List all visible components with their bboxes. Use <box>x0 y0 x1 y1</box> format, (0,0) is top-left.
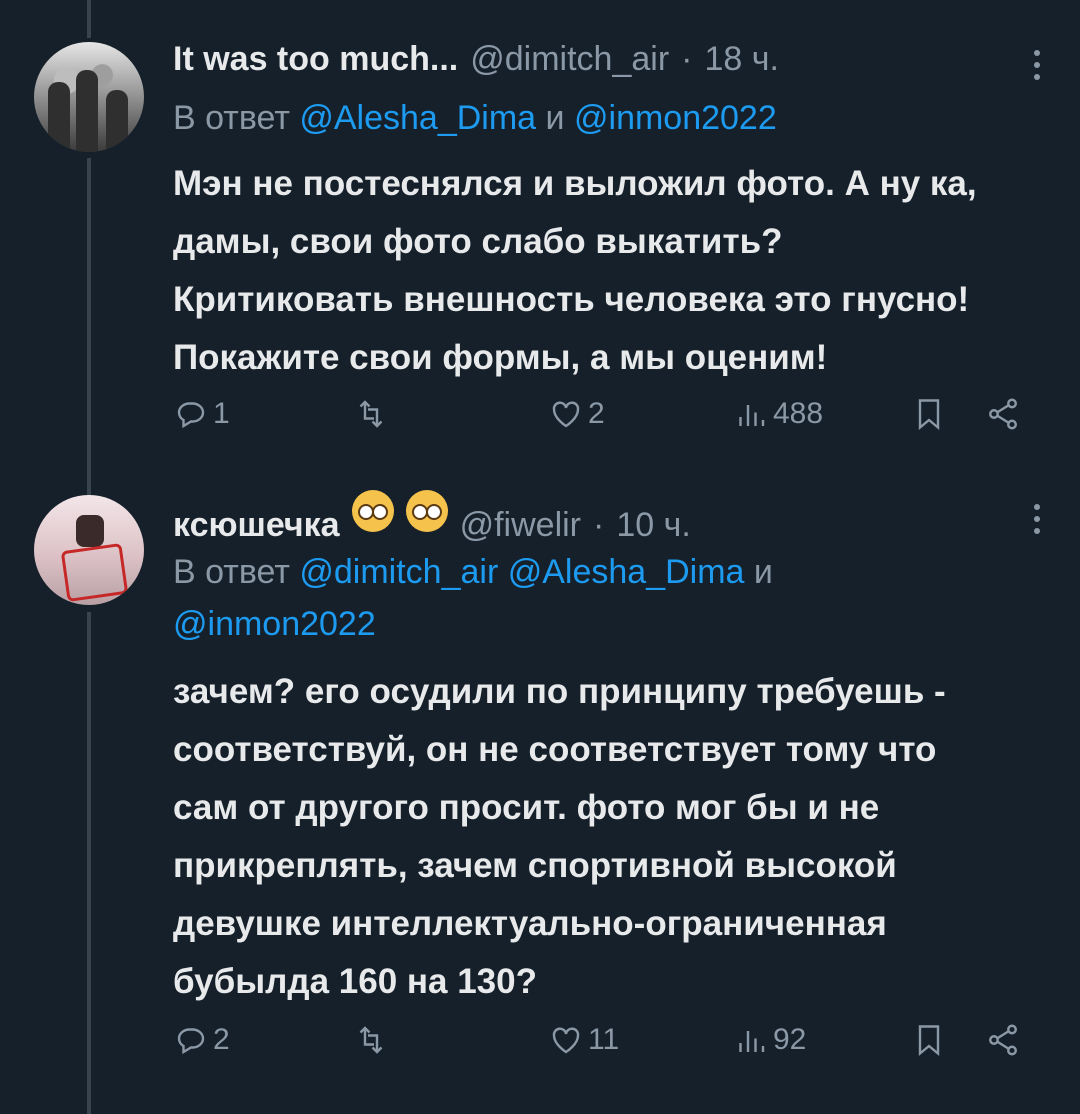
user-handle[interactable]: @fiwelir <box>460 506 581 545</box>
tweet-text-line: соответствуй, он не соответствует тому ч… <box>173 730 937 769</box>
views-count: 488 <box>773 397 824 430</box>
avatar[interactable] <box>34 495 144 605</box>
user-handle[interactable]: @dimitch_air <box>470 40 669 79</box>
like-count: 11 <box>588 1023 620 1056</box>
tweet-text-line: бубылда 160 на 130? <box>173 962 537 1001</box>
reply-context: В ответ @dimitch_air @Alesha_Dima и @inm… <box>173 546 1033 650</box>
mention-link[interactable]: @inmon2022 <box>574 99 777 137</box>
bookmark-button[interactable] <box>911 396 947 432</box>
mention-link[interactable]: @dimitch_air <box>299 553 498 591</box>
reply-prefix: В ответ <box>173 553 290 591</box>
retweet-button[interactable] <box>353 396 389 432</box>
tweet-text-line: дамы, свои фото слабо выкатить? <box>173 222 783 261</box>
tweet-text-line: девушке интеллектуально-ограниченная <box>173 904 887 943</box>
views-button[interactable]: 488 <box>733 396 823 432</box>
like-count: 2 <box>588 397 605 430</box>
mention-link[interactable]: @Alesha_Dima <box>508 553 745 591</box>
mention-link[interactable]: @inmon2022 <box>173 605 376 643</box>
views-chart-icon <box>739 405 765 426</box>
bookmark-icon <box>918 399 940 431</box>
reply-prefix: В ответ <box>173 99 290 137</box>
timestamp[interactable]: 10 ч. <box>616 506 690 545</box>
tweet-text-line: Критиковать внешность человека это гнусн… <box>173 280 970 319</box>
tweet-text-line: Покажите свои формы, а мы оценим! <box>173 338 828 377</box>
action-bar: 2 11 92 <box>173 1022 1033 1066</box>
reply-count: 2 <box>213 1023 230 1056</box>
reply-button[interactable]: 1 <box>173 396 230 432</box>
tweet-text-line: сам от другого просит. фото мог бы и не <box>173 788 880 827</box>
mention-link[interactable]: @Alesha_Dima <box>299 99 536 137</box>
tweet-text-line: Мэн не постеснялся и выложил фото. А ну … <box>173 164 977 203</box>
reply-and: и <box>545 99 565 137</box>
pleading-face-icon <box>351 490 394 532</box>
reply-context: В ответ @Alesha_Dima и @inmon2022 <box>173 92 777 144</box>
retweet-icon <box>359 400 383 428</box>
like-button[interactable]: 11 <box>548 1022 619 1058</box>
heart-icon <box>552 1027 580 1054</box>
retweet-icon <box>359 1026 383 1054</box>
more-options-icon[interactable] <box>1034 50 1040 86</box>
display-name[interactable]: ксюшечка <box>173 506 340 545</box>
share-button[interactable] <box>985 1022 1021 1058</box>
bookmark-icon <box>918 1025 940 1057</box>
reply-icon <box>177 402 205 429</box>
separator-dot: · <box>593 506 605 544</box>
flushed-face-icon <box>405 490 448 532</box>
share-button[interactable] <box>985 396 1021 432</box>
tweet-text-line: прикреплять, зачем спортивной высокой <box>173 846 897 885</box>
reply-button[interactable]: 2 <box>173 1022 230 1058</box>
tweet[interactable]: It was too much... @dimitch_air · 18 ч. … <box>0 0 1080 470</box>
display-name[interactable]: It was too much... <box>173 40 458 79</box>
views-count: 92 <box>773 1023 807 1056</box>
share-icon <box>989 1024 1017 1056</box>
bookmark-button[interactable] <box>911 1022 947 1058</box>
timestamp[interactable]: 18 ч. <box>704 40 778 79</box>
more-options-icon[interactable] <box>1034 504 1040 540</box>
views-button[interactable]: 92 <box>733 1022 806 1058</box>
avatar[interactable] <box>34 42 144 152</box>
thread-line-2 <box>87 612 91 1114</box>
reply-count: 1 <box>213 397 230 430</box>
reply-and: и <box>753 553 773 591</box>
heart-icon <box>552 401 580 428</box>
tweet-text: зачем? его осудили по принципу требуешь … <box>173 663 1043 1011</box>
retweet-button[interactable] <box>353 1022 389 1058</box>
share-icon <box>989 398 1017 430</box>
views-chart-icon <box>739 1031 765 1052</box>
tweet-text-line: зачем? его осудили по принципу требуешь … <box>173 672 946 711</box>
separator-dot: · <box>681 40 693 78</box>
tweet-header: It was too much... @dimitch_air · 18 ч. <box>173 40 779 79</box>
reply-icon <box>177 1028 205 1055</box>
action-bar: 1 2 488 <box>173 396 1033 440</box>
tweet-header: ксюшечка @fiwelir · 10 ч. <box>173 490 691 545</box>
like-button[interactable]: 2 <box>548 396 605 432</box>
tweet-text: Мэн не постеснялся и выложил фото. А ну … <box>173 155 1043 387</box>
